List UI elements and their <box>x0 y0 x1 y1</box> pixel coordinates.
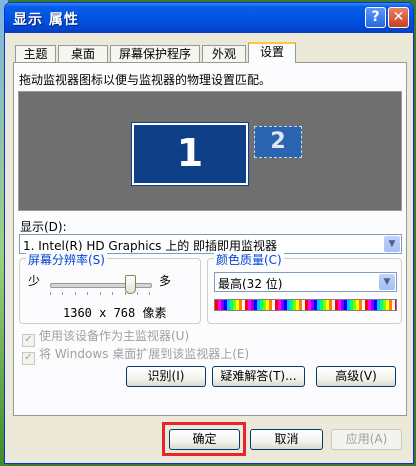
cancel-button[interactable]: 取消 <box>250 429 323 450</box>
advanced-button[interactable]: 高级(V) <box>316 366 396 387</box>
tab-themes[interactable]: 主题 <box>15 45 56 62</box>
close-button[interactable]: ✕ <box>388 7 409 28</box>
ok-button-highlight <box>162 422 246 456</box>
troubleshoot-button[interactable]: 疑难解答(T)... <box>212 366 305 387</box>
tab-settings[interactable]: 设置 <box>248 42 296 63</box>
color-quality-value: 最高(32 位) <box>218 277 283 291</box>
monitor-1-icon[interactable]: 1 <box>131 122 249 186</box>
resolution-less-label: 少 <box>28 274 41 288</box>
display-label: 显示(D): <box>20 220 67 234</box>
color-quality-group: 颜色质量(C) 最高(32 位) ▼ <box>207 251 402 324</box>
resolution-group: 屏幕分辨率(S) 少 多 1360 x 768 像素 <box>19 251 201 324</box>
close-icon: ✕ <box>392 9 405 25</box>
instruction-text: 拖动监视器图标以便与监视器的物理设置匹配。 <box>19 73 272 87</box>
window-title: 显示 属性 <box>13 12 79 28</box>
identify-button[interactable]: 识别(I) <box>126 366 206 387</box>
apply-button[interactable]: 应用(A) <box>331 429 402 450</box>
settings-panel: 拖动监视器图标以便与监视器的物理设置匹配。 1 2 显示(D): 1. Inte… <box>13 62 407 416</box>
extend-desktop-label: 将 Windows 桌面扩展到该监视器上(E) <box>39 347 250 361</box>
extend-desktop-checkbox[interactable]: ✓ 将 Windows 桌面扩展到该监视器上(E) <box>22 345 249 365</box>
tab-screensaver[interactable]: 屏幕保护程序 <box>110 45 200 62</box>
checkbox-checked-icon: ✓ <box>22 352 35 365</box>
help-button[interactable]: ? <box>365 7 386 28</box>
tab-appearance[interactable]: 外观 <box>202 45 246 62</box>
display-properties-window: 显示 属性 ? ✕ 主题 桌面 屏幕保护程序 外观 设置 拖动监视器图标以便与监… <box>4 2 414 464</box>
resolution-more-label: 多 <box>159 274 172 288</box>
tab-desktop[interactable]: 桌面 <box>58 45 108 62</box>
color-quality-group-title: 颜色质量(C) <box>214 251 284 268</box>
resolution-value: 1360 x 768 像素 <box>63 306 167 320</box>
title-bar[interactable]: 显示 属性 ? ✕ <box>5 3 413 33</box>
resolution-slider-track[interactable] <box>50 283 152 288</box>
resolution-slider-thumb[interactable] <box>125 275 136 294</box>
resolution-slider-ticks <box>50 292 150 296</box>
primary-monitor-checkbox[interactable]: ✓ 使用该设备作为主监视器(U) <box>22 327 189 347</box>
chevron-down-icon[interactable]: ▼ <box>384 236 400 252</box>
help-icon: ? <box>371 9 380 25</box>
primary-monitor-label: 使用该设备作为主监视器(U) <box>39 329 190 343</box>
color-quality-dropdown[interactable]: 最高(32 位) ▼ <box>214 272 397 292</box>
monitor-2-icon[interactable]: 2 <box>254 126 302 158</box>
monitor-arrangement-area: 1 2 <box>18 91 402 211</box>
color-preview-bar <box>214 299 397 311</box>
chevron-down-icon[interactable]: ▼ <box>379 274 395 290</box>
resolution-group-title: 屏幕分辨率(S) <box>26 251 107 268</box>
